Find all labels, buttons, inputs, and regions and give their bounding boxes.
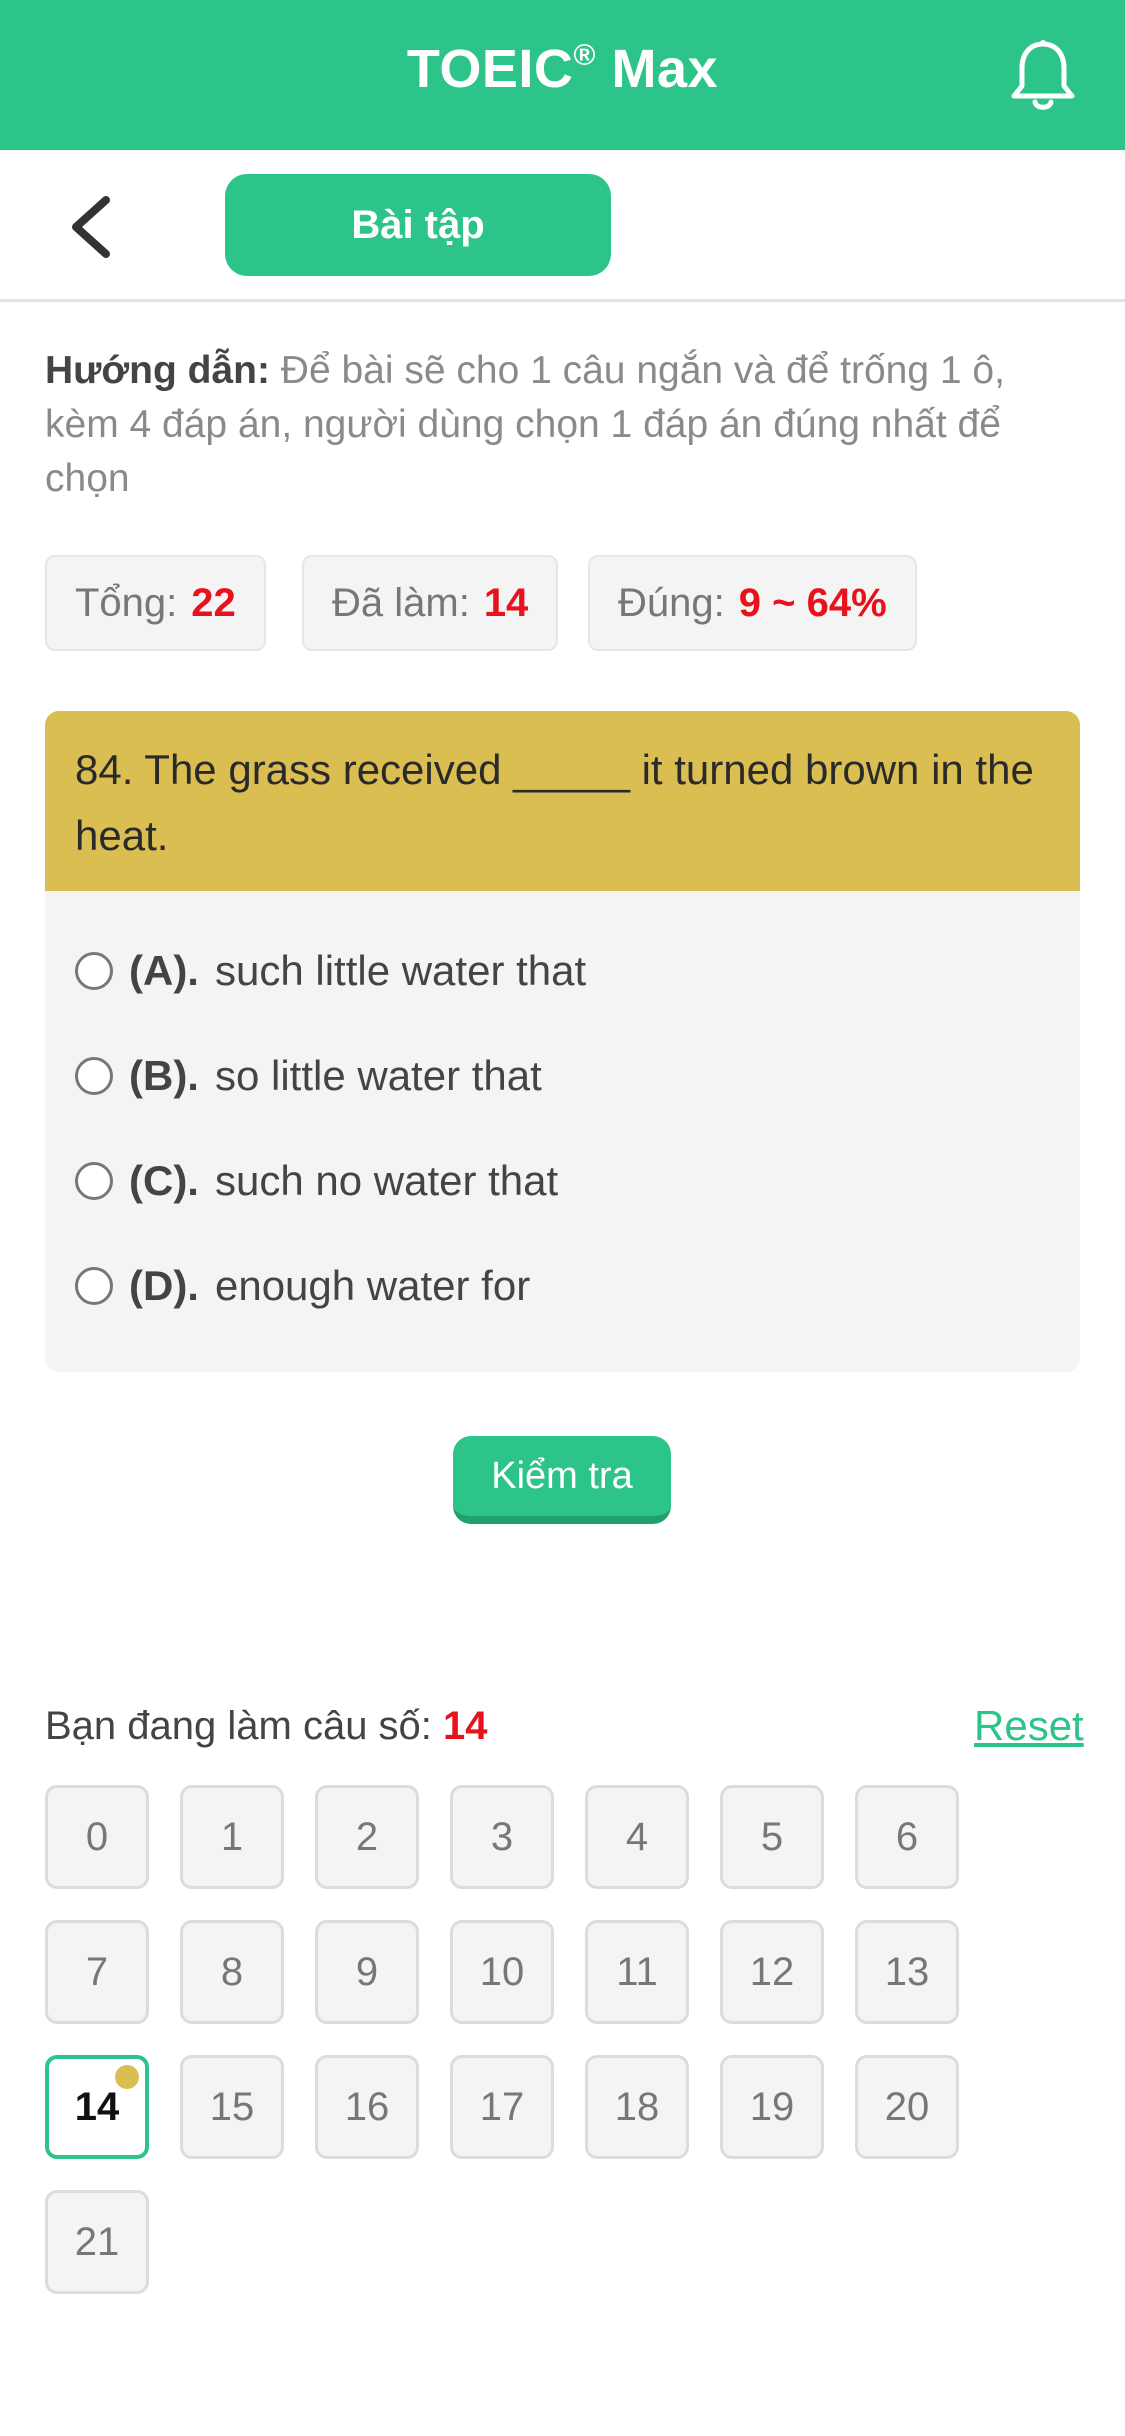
instructions: Hướng dẫn: Để bài sẽ cho 1 câu ngắn và đ… bbox=[45, 344, 1085, 506]
radio-d[interactable] bbox=[75, 1267, 113, 1305]
question-number-label: 1 bbox=[220, 1814, 244, 1859]
question-number-14[interactable]: 14 bbox=[45, 2055, 149, 2159]
exercise-tab-button[interactable]: Bài tập bbox=[225, 174, 611, 276]
question-number-label: 10 bbox=[479, 1949, 525, 1994]
option-d[interactable]: (D). enough water for bbox=[75, 1262, 530, 1310]
progress-current: 14 bbox=[443, 1704, 488, 1748]
question-number-label: 11 bbox=[616, 1949, 658, 1994]
question-number-label: 20 bbox=[884, 2084, 930, 2129]
sub-toolbar: Bài tập bbox=[0, 150, 1125, 302]
reset-link[interactable]: Reset bbox=[974, 1702, 1084, 1750]
stat-total-value: 22 bbox=[191, 580, 236, 625]
option-c-text: such no water that bbox=[214, 1157, 559, 1204]
question-number-label: 14 bbox=[74, 2084, 120, 2129]
question-number-label: 17 bbox=[479, 2084, 525, 2129]
question-number-label: 15 bbox=[209, 2084, 255, 2129]
top-app-bar: TOEIC® Max bbox=[0, 0, 1125, 150]
radio-c[interactable] bbox=[75, 1162, 113, 1200]
question-number-label: 16 bbox=[344, 2084, 390, 2129]
chevron-left-icon[interactable] bbox=[62, 192, 122, 262]
stat-done: Đã làm: 14 bbox=[302, 555, 559, 651]
question-number-13[interactable]: 13 bbox=[855, 1920, 959, 2024]
option-a[interactable]: (A). such little water that bbox=[75, 947, 586, 995]
app-title: TOEIC® Max bbox=[0, 38, 1125, 100]
option-b-letter: (B). bbox=[129, 1052, 199, 1099]
question-number-19[interactable]: 19 bbox=[720, 2055, 824, 2159]
progress-indicator: Bạn đang làm câu số: 14 bbox=[45, 1704, 488, 1749]
question-number-label: 21 bbox=[74, 2219, 120, 2264]
question-number-label: 9 bbox=[355, 1949, 379, 1994]
question-number-9[interactable]: 9 bbox=[315, 1920, 419, 2024]
question-number-6[interactable]: 6 bbox=[855, 1785, 959, 1889]
question-number-10[interactable]: 10 bbox=[450, 1920, 554, 2024]
option-b[interactable]: (B). so little water that bbox=[75, 1052, 542, 1100]
question-number-15[interactable]: 15 bbox=[180, 2055, 284, 2159]
current-question-dot bbox=[115, 2065, 139, 2089]
registered-mark: ® bbox=[573, 39, 597, 72]
stat-total-label: Tổng: bbox=[75, 580, 178, 625]
stat-done-value: 14 bbox=[483, 580, 529, 625]
question-number-label: 0 bbox=[85, 1814, 109, 1859]
radio-a[interactable] bbox=[75, 952, 113, 990]
question-number-label: 8 bbox=[220, 1949, 244, 1994]
question-number-label: 3 bbox=[490, 1814, 514, 1859]
option-d-letter: (D). bbox=[129, 1262, 199, 1309]
question-number-label: 18 bbox=[614, 2084, 660, 2129]
stat-correct-value: 9 ~ 64% bbox=[738, 580, 887, 625]
question-number-20[interactable]: 20 bbox=[855, 2055, 959, 2159]
question-number-label: 7 bbox=[85, 1949, 109, 1994]
stat-total: Tổng: 22 bbox=[45, 555, 266, 651]
stat-done-label: Đã làm: bbox=[332, 580, 470, 625]
progress-label: Bạn đang làm câu số: bbox=[45, 1704, 432, 1748]
question-text: 84. The grass received _____ it turned b… bbox=[45, 711, 1080, 891]
stat-correct-label: Đúng: bbox=[618, 580, 725, 625]
stat-correct: Đúng: 9 ~ 64% bbox=[588, 555, 917, 651]
question-number-label: 13 bbox=[884, 1949, 930, 1994]
question-number-label: 2 bbox=[355, 1814, 379, 1859]
bell-icon[interactable] bbox=[1008, 38, 1078, 114]
option-a-letter: (A). bbox=[129, 947, 199, 994]
instructions-label: Hướng dẫn: bbox=[45, 349, 270, 392]
question-number-8[interactable]: 8 bbox=[180, 1920, 284, 2024]
question-number-label: 12 bbox=[749, 1949, 795, 1994]
question-number-4[interactable]: 4 bbox=[585, 1785, 689, 1889]
question-number-3[interactable]: 3 bbox=[450, 1785, 554, 1889]
app-title-suffix: Max bbox=[611, 39, 719, 99]
option-c-letter: (C). bbox=[129, 1157, 199, 1204]
question-number-1[interactable]: 1 bbox=[180, 1785, 284, 1889]
question-number-0[interactable]: 0 bbox=[45, 1785, 149, 1889]
question-number-17[interactable]: 17 bbox=[450, 2055, 554, 2159]
question-number-label: 5 bbox=[760, 1814, 784, 1859]
question-number-label: 6 bbox=[895, 1814, 919, 1859]
radio-b[interactable] bbox=[75, 1057, 113, 1095]
check-button[interactable]: Kiểm tra bbox=[453, 1436, 671, 1524]
question-number-label: 19 bbox=[749, 2084, 795, 2129]
question-number-5[interactable]: 5 bbox=[720, 1785, 824, 1889]
option-a-text: such little water that bbox=[214, 947, 587, 994]
question-number-2[interactable]: 2 bbox=[315, 1785, 419, 1889]
app-title-text: TOEIC bbox=[406, 39, 574, 99]
question-number-7[interactable]: 7 bbox=[45, 1920, 149, 2024]
option-d-text: enough water for bbox=[214, 1262, 531, 1309]
question-number-21[interactable]: 21 bbox=[45, 2190, 149, 2294]
question-card: 84. The grass received _____ it turned b… bbox=[45, 711, 1080, 1372]
question-number-11[interactable]: 11 bbox=[585, 1920, 689, 2024]
question-number-18[interactable]: 18 bbox=[585, 2055, 689, 2159]
question-number-label: 4 bbox=[625, 1814, 649, 1859]
option-b-text: so little water that bbox=[214, 1052, 542, 1099]
option-c[interactable]: (C). such no water that bbox=[75, 1157, 558, 1205]
question-number-12[interactable]: 12 bbox=[720, 1920, 824, 2024]
question-number-16[interactable]: 16 bbox=[315, 2055, 419, 2159]
